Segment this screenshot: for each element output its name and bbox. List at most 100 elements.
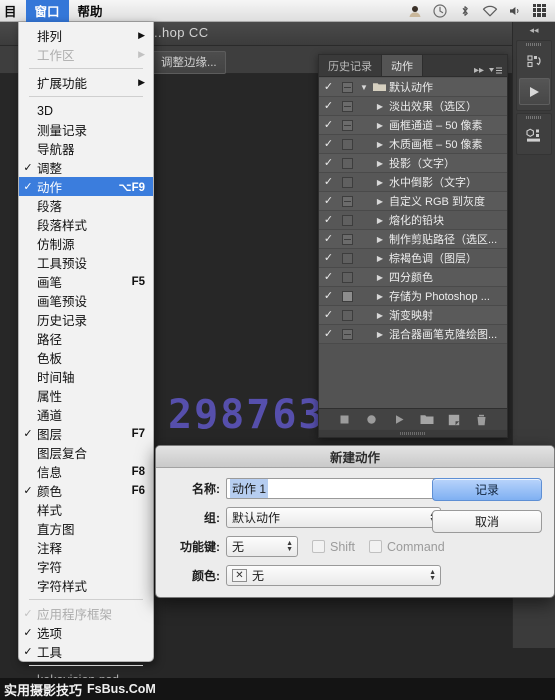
bluetooth-icon[interactable] xyxy=(453,0,476,22)
new-set-icon[interactable] xyxy=(418,412,436,428)
chevron-right-icon[interactable]: ▶ xyxy=(373,254,387,263)
cancel-button[interactable]: 取消 xyxy=(432,510,542,533)
table-row[interactable]: ✓ ▶ 存储为 Photoshop ... xyxy=(319,287,507,306)
menu-item-arrange[interactable]: 排列 ▶ xyxy=(19,26,153,45)
chevron-right-icon[interactable]: ▶ xyxy=(373,121,387,130)
menu-item-actions[interactable]: ✓ 动作 ⌥F9 xyxy=(19,177,153,196)
menu-item-layers[interactable]: ✓ 图层 F7 xyxy=(19,424,153,443)
menu-item-channels[interactable]: 通道 xyxy=(19,405,153,424)
menu-item-info[interactable]: 信息 F8 xyxy=(19,462,153,481)
row-toggle-checkbox[interactable]: ✓ xyxy=(319,291,338,302)
menu-item-tools[interactable]: ✓ 工具 xyxy=(19,642,153,661)
row-dialog-box[interactable] xyxy=(338,120,357,131)
menu-item-timeline[interactable]: 时间轴 xyxy=(19,367,153,386)
menu-item-adjustments[interactable]: ✓ 调整 xyxy=(19,158,153,177)
action-set-select[interactable]: 默认动作 ▲▼ xyxy=(226,507,441,528)
row-toggle-checkbox[interactable]: ✓ xyxy=(319,272,338,283)
chevron-down-icon[interactable]: ▼ xyxy=(357,83,371,92)
dock-collapse-icon[interactable]: ◂◂ xyxy=(513,22,555,38)
dock-grip[interactable] xyxy=(517,41,551,48)
chevron-right-icon[interactable]: ▶ xyxy=(373,330,387,339)
menu-item-paths[interactable]: 路径 xyxy=(19,329,153,348)
chevron-right-icon[interactable]: ▶ xyxy=(373,102,387,111)
menu-item-paragraph-styles[interactable]: 段落样式 xyxy=(19,215,153,234)
tab-history[interactable]: 历史记录 xyxy=(319,55,382,76)
menubar-item-0[interactable]: 目 xyxy=(0,0,26,22)
menu-item-clone-source[interactable]: 仿制源 xyxy=(19,234,153,253)
new-action-icon[interactable] xyxy=(445,412,463,428)
chevron-right-icon[interactable]: ▶ xyxy=(373,159,387,168)
menu-item-layer-comps[interactable]: 图层复合 xyxy=(19,443,153,462)
row-toggle-checkbox[interactable]: ✓ xyxy=(319,253,338,264)
menu-item-styles[interactable]: 样式 xyxy=(19,500,153,519)
row-dialog-box[interactable] xyxy=(338,234,357,245)
menu-item-3d[interactable]: 3D xyxy=(19,101,153,120)
wifi-icon[interactable] xyxy=(478,0,501,22)
chevron-right-icon[interactable]: ▶ xyxy=(373,216,387,225)
menubar-item-help[interactable]: 帮助 xyxy=(69,0,112,22)
user-icon[interactable] xyxy=(403,0,426,22)
time-machine-icon[interactable] xyxy=(428,0,451,22)
refine-edge-button[interactable]: 调整边缘... xyxy=(152,51,226,74)
row-toggle-checkbox[interactable]: ✓ xyxy=(319,310,338,321)
delete-icon[interactable] xyxy=(472,412,490,428)
menu-item-character[interactable]: 字符 xyxy=(19,557,153,576)
menu-item-brush[interactable]: 画笔 F5 xyxy=(19,272,153,291)
table-row[interactable]: ✓ ▶ 熔化的铅块 xyxy=(319,211,507,230)
menu-item-brush-presets[interactable]: 画笔预设 xyxy=(19,291,153,310)
menu-item-color[interactable]: ✓ 颜色 F6 xyxy=(19,481,153,500)
table-row[interactable]: ✓ ▶ 水中倒影（文字） xyxy=(319,173,507,192)
record-button[interactable]: 记录 xyxy=(432,478,542,501)
row-dialog-box[interactable] xyxy=(338,329,357,340)
menu-item-measurement-log[interactable]: 测量记录 xyxy=(19,120,153,139)
row-toggle-checkbox[interactable]: ✓ xyxy=(319,82,338,93)
chevron-right-icon[interactable]: ▶ xyxy=(373,292,387,301)
row-dialog-box[interactable] xyxy=(338,82,357,93)
row-dialog-box[interactable] xyxy=(338,101,357,112)
menu-item-histogram[interactable]: 直方图 xyxy=(19,519,153,538)
record-icon[interactable] xyxy=(363,412,381,428)
menu-item-tool-presets[interactable]: 工具预设 xyxy=(19,253,153,272)
row-dialog-box[interactable] xyxy=(338,291,357,302)
table-row[interactable]: ✓ ▶ 淡出效果（选区） xyxy=(319,97,507,116)
menu-item-properties[interactable]: 属性 xyxy=(19,386,153,405)
row-toggle-checkbox[interactable]: ✓ xyxy=(319,234,338,245)
row-toggle-checkbox[interactable]: ✓ xyxy=(319,139,338,150)
row-toggle-checkbox[interactable]: ✓ xyxy=(319,158,338,169)
table-row[interactable]: ✓ ▼ 默认动作 xyxy=(319,78,507,97)
row-dialog-box[interactable] xyxy=(338,272,357,283)
table-row[interactable]: ✓ ▶ 渐变映射 xyxy=(319,306,507,325)
tab-actions[interactable]: 动作 xyxy=(382,55,423,76)
dock-grip-2[interactable] xyxy=(517,114,551,121)
menu-item-history[interactable]: 历史记录 xyxy=(19,310,153,329)
action-name-input[interactable]: 动作 1 xyxy=(226,478,441,499)
menu-item-extensions[interactable]: 扩展功能 ▶ xyxy=(19,73,153,92)
chevron-right-icon[interactable]: ▶ xyxy=(373,178,387,187)
row-dialog-box[interactable] xyxy=(338,177,357,188)
chevron-right-icon[interactable]: ▶ xyxy=(373,273,387,282)
collapse-panel-icon[interactable]: ▸▸ xyxy=(474,65,484,76)
input-source-icon[interactable] xyxy=(528,0,551,22)
menu-item-navigator[interactable]: 导航器 xyxy=(19,139,153,158)
menu-item-notes[interactable]: 注释 xyxy=(19,538,153,557)
row-dialog-box[interactable] xyxy=(338,196,357,207)
row-dialog-box[interactable] xyxy=(338,310,357,321)
menu-item-character-styles[interactable]: 字符样式 xyxy=(19,576,153,595)
panel-menu-icon[interactable] xyxy=(489,66,502,75)
chevron-right-icon[interactable]: ▶ xyxy=(373,311,387,320)
table-row[interactable]: ✓ ▶ 混合器画笔克隆绘图... xyxy=(319,325,507,344)
volume-icon[interactable] xyxy=(503,0,526,22)
table-row[interactable]: ✓ ▶ 投影（文字） xyxy=(319,154,507,173)
row-dialog-box[interactable] xyxy=(338,139,357,150)
row-toggle-checkbox[interactable]: ✓ xyxy=(319,215,338,226)
actions-list[interactable]: ✓ ▼ 默认动作 ✓ ▶ 淡出效果（选区） ✓ ▶ 画框通道 – 50 像素 xyxy=(319,77,507,408)
row-toggle-checkbox[interactable]: ✓ xyxy=(319,101,338,112)
table-row[interactable]: ✓ ▶ 棕褐色调（图层） xyxy=(319,249,507,268)
function-key-select[interactable]: 无 ▲▼ xyxy=(226,536,298,557)
table-row[interactable]: ✓ ▶ 画框通道 – 50 像素 xyxy=(319,116,507,135)
row-dialog-box[interactable] xyxy=(338,253,357,264)
properties-icon[interactable] xyxy=(519,122,550,149)
chevron-right-icon[interactable]: ▶ xyxy=(373,197,387,206)
play-icon[interactable] xyxy=(390,412,408,428)
chevron-right-icon[interactable]: ▶ xyxy=(373,140,387,149)
